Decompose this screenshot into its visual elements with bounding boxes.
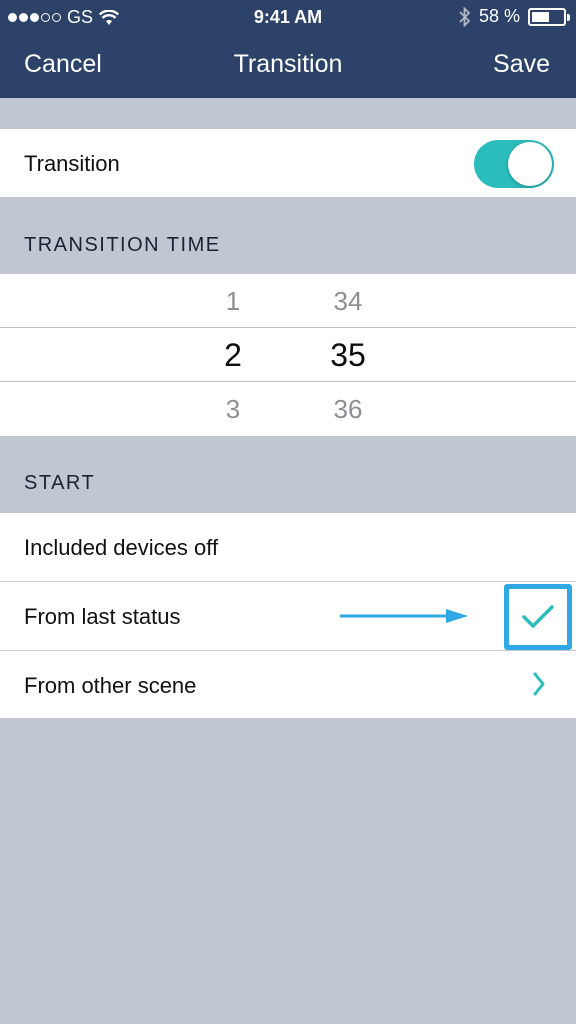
toggle-knob	[508, 142, 552, 186]
picker-minutes-selected[interactable]: 2	[193, 337, 273, 374]
start-option-included-devices-off[interactable]: Included devices off	[0, 513, 576, 581]
checkmark-icon	[522, 605, 554, 628]
transition-toggle[interactable]	[474, 140, 554, 188]
transition-time-header: TRANSITION TIME	[24, 234, 221, 256]
battery-level-fill	[532, 11, 549, 22]
battery-icon	[528, 7, 570, 26]
cancel-button[interactable]: Cancel	[24, 50, 102, 79]
picker-selection-line-top	[0, 327, 576, 328]
status-bar: GS 9:41 AM 58 %	[0, 0, 576, 34]
bluetooth-icon	[459, 6, 471, 27]
start-option-from-other-scene[interactable]: From other scene	[0, 651, 576, 718]
start-header: START	[24, 472, 96, 494]
picker-minutes-below[interactable]: 3	[193, 394, 273, 425]
option-label: From other scene	[24, 673, 197, 698]
transition-toggle-row: Transition	[0, 129, 576, 197]
navigation-bar: GS 9:41 AM 58 % Cancel Transition Save	[0, 0, 576, 98]
chevron-right-icon[interactable]	[532, 671, 546, 697]
picker-seconds-below[interactable]: 36	[308, 394, 388, 425]
selected-checkmark-highlight[interactable]	[504, 584, 572, 650]
picker-seconds-selected[interactable]: 35	[308, 337, 388, 374]
arrow-right-icon	[340, 609, 468, 623]
picker-minutes-above[interactable]: 1	[193, 286, 273, 317]
start-option-from-last-status[interactable]: From last status	[0, 582, 576, 650]
transition-label: Transition	[24, 151, 120, 176]
picker-seconds-above[interactable]: 34	[308, 286, 388, 317]
option-label: Included devices off	[24, 535, 219, 560]
status-right: 58 %	[459, 6, 570, 27]
save-button[interactable]: Save	[493, 50, 550, 79]
option-label: From last status	[24, 604, 181, 629]
transition-time-picker[interactable]: 1 2 3 34 35 36	[0, 274, 576, 436]
battery-percent: 58 %	[478, 6, 520, 26]
picker-selection-line-bottom	[0, 381, 576, 382]
